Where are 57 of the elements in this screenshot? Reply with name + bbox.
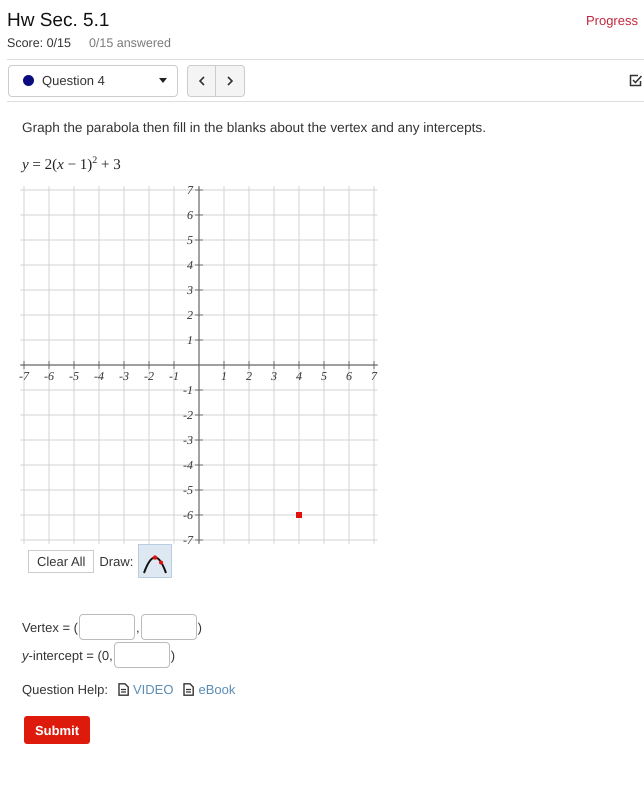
parabola-tool-button[interactable] <box>138 544 172 578</box>
score-text: Score: 0/15 <box>7 36 71 50</box>
y-tick-label: 7 <box>187 183 193 197</box>
help-link[interactable]: VIDEO <box>118 682 174 697</box>
y-tick-label: 1 <box>187 333 193 347</box>
x-tick-label: 7 <box>371 369 377 383</box>
answer-label: Vertex = ( <box>22 620 78 634</box>
x-tick-label: -3 <box>119 369 129 383</box>
x-tick-label: 6 <box>346 369 352 383</box>
y-tick-label: -3 <box>183 433 193 447</box>
answer-suffix: ) <box>198 620 202 634</box>
y-tick-label: -5 <box>183 483 193 497</box>
next-button[interactable] <box>216 64 245 96</box>
answer-label: y-intercept = (0, <box>22 648 113 662</box>
x-tick-label: 2 <box>246 369 252 383</box>
y-tick-label: -4 <box>183 458 193 472</box>
caret-icon <box>159 78 167 83</box>
y-tick-label: 4 <box>187 258 193 272</box>
y-tick-label: -1 <box>183 383 193 397</box>
y-tick-label: -7 <box>183 533 193 544</box>
chevron-right-icon <box>227 76 233 86</box>
x-tick-label: -6 <box>44 369 54 383</box>
x-tick-label: -1 <box>169 369 179 383</box>
x-tick-label: 5 <box>321 369 327 383</box>
y-tick-label: 6 <box>187 208 193 222</box>
draw-label: Draw: <box>99 554 134 568</box>
document-icon <box>183 683 194 696</box>
status-dot-icon <box>23 75 34 86</box>
x-tick-label: -5 <box>69 369 79 383</box>
question-dropdown[interactable]: Question 4 <box>8 64 178 96</box>
x-tick-label: -4 <box>94 369 104 383</box>
previous-button[interactable] <box>187 64 216 96</box>
question-instruction: Graph the parabola then fill in the blanks about the vertex and any intercepts. <box>22 119 487 136</box>
answer-suffix: ) <box>170 648 176 662</box>
document-icon <box>118 683 129 696</box>
x-tick-label: -7 <box>19 369 29 383</box>
x-tick-label: -2 <box>144 369 154 383</box>
y-tick-label: -6 <box>183 508 193 522</box>
x-tick-label: 1 <box>221 369 227 383</box>
y-tick-label: 5 <box>187 233 193 247</box>
checkbox-tick-icon[interactable] <box>629 74 642 87</box>
help-link[interactable]: eBook <box>183 682 236 697</box>
y-tick-label: 3 <box>187 283 193 297</box>
answered-count: 0/15 answered <box>88 36 171 50</box>
x-tick-label: 4 <box>296 369 302 383</box>
clear-all-button[interactable]: Clear All <box>28 550 94 572</box>
x-tick-label: 3 <box>271 369 277 383</box>
chevron-left-icon <box>198 76 204 86</box>
y-tick-label: -2 <box>183 408 193 422</box>
answer-separator: , <box>136 620 140 634</box>
y-tick-label: 2 <box>187 308 193 322</box>
submit-button[interactable]: Submit <box>24 716 90 744</box>
assignment-title: Hw Sec. 5.1 <box>7 9 110 33</box>
question-help-label: Question Help: <box>22 682 108 697</box>
equation: y = 2(x − 1)$^{2}$ + 3 <box>22 154 122 174</box>
progress-text: Progress <box>586 13 639 28</box>
coordinate-grid[interactable]: -7 -6 -5 -4 -3 -2 -1 1 2 3 4 5 6 7 -7 -6 -5 -4 -3 -2 -1 1 2 3 4 5 6 7 <box>15 182 385 544</box>
